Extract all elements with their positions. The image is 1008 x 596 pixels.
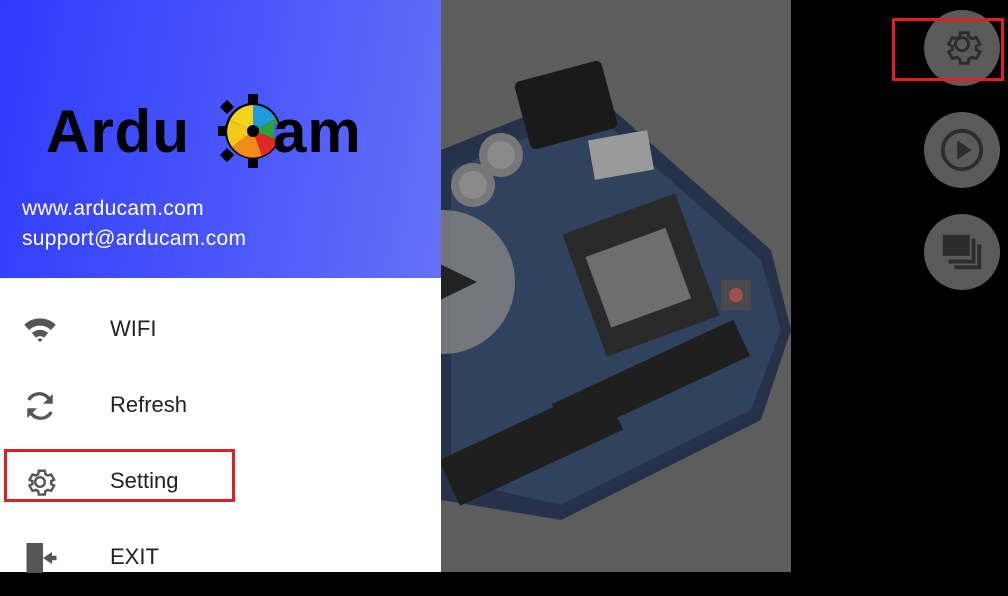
- settings-highlight-box: [892, 18, 1004, 81]
- menu-item-label: EXIT: [110, 544, 159, 569]
- setting-highlight-box: [4, 449, 235, 502]
- arducam-logo: Ardu am: [46, 92, 390, 172]
- exit-icon: [22, 540, 58, 576]
- gallery-button[interactable]: [924, 214, 1000, 290]
- menu-item-refresh[interactable]: Refresh: [0, 368, 441, 444]
- navigation-drawer: Ardu am www.arducam.com support@arducam.…: [0, 0, 441, 573]
- drawer-header: Ardu am www.arducam.com support@arducam.…: [0, 0, 441, 278]
- menu-item-wifi[interactable]: WIFI: [0, 292, 441, 368]
- refresh-icon: [22, 388, 58, 424]
- menu-item-label: WIFI: [110, 316, 157, 341]
- website-text[interactable]: www.arducam.com: [22, 197, 204, 221]
- menu-item-exit[interactable]: EXIT: [0, 520, 441, 596]
- logo-text-left: Ardu: [46, 98, 190, 165]
- menu-item-label: Refresh: [110, 392, 188, 417]
- logo-text-right: am: [273, 98, 362, 165]
- support-email-text[interactable]: support@arducam.com: [22, 227, 246, 251]
- play-button[interactable]: [924, 112, 1000, 188]
- wifi-icon: [22, 312, 58, 348]
- camera-preview: [441, 0, 791, 572]
- play-circle-icon: [940, 128, 984, 172]
- gallery-icon: [942, 234, 982, 270]
- play-icon: [441, 264, 477, 300]
- right-toolbar: [791, 0, 1008, 572]
